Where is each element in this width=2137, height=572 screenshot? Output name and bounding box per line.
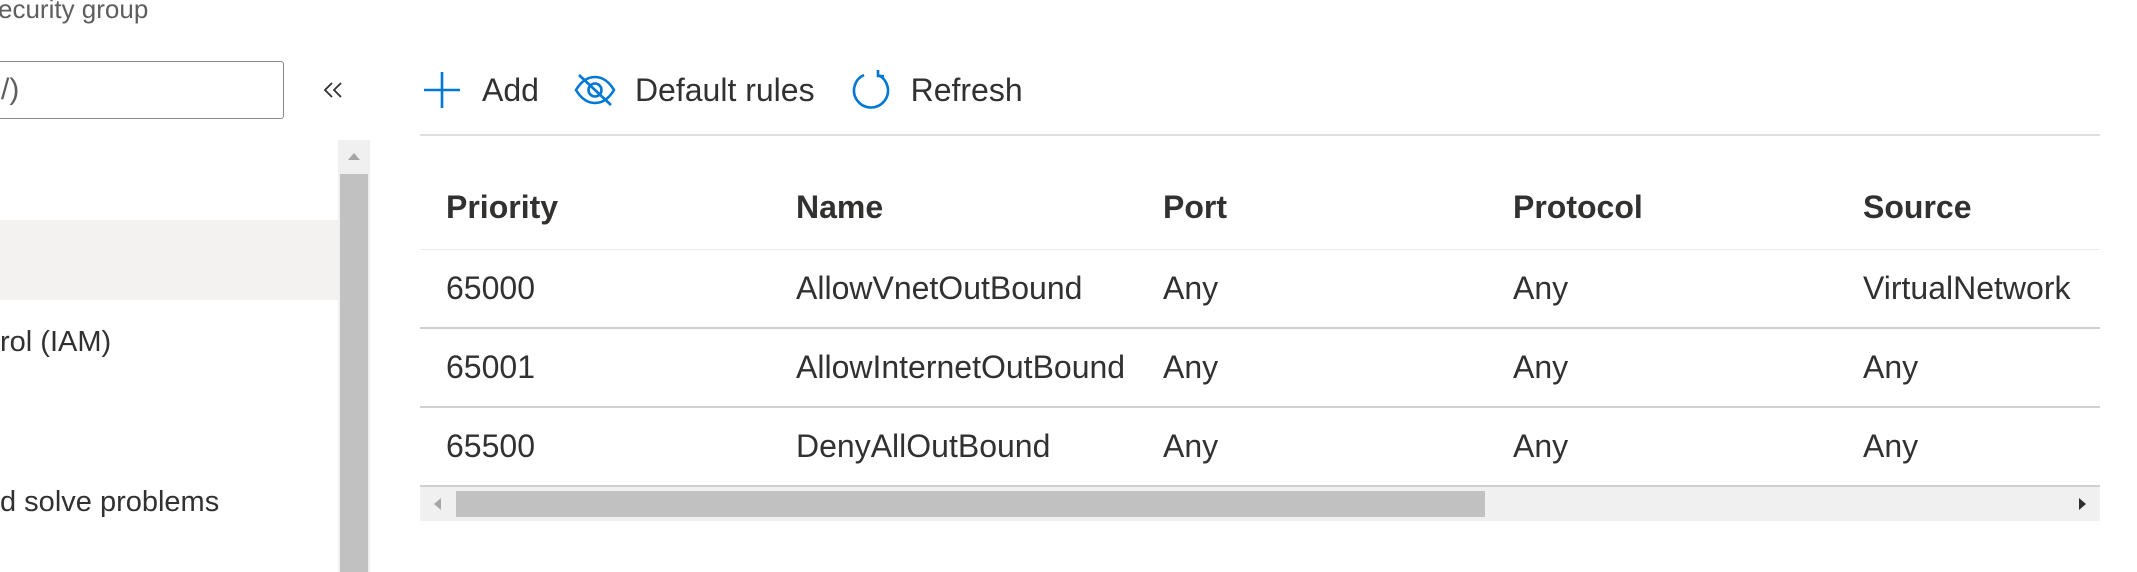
column-header-name[interactable]: Name bbox=[796, 165, 883, 249]
table-row[interactable]: 65500 DenyAllOutBound Any Any Any bbox=[420, 408, 2100, 487]
cell-port: Any bbox=[1163, 270, 1219, 306]
cell-source: Any bbox=[1863, 349, 1919, 385]
default-rules-button-label: Default rules bbox=[634, 71, 815, 108]
column-header-priority[interactable]: Priority bbox=[446, 165, 558, 249]
cell-source: Any bbox=[1863, 428, 1919, 464]
horizontal-scroll-thumb[interactable] bbox=[456, 491, 1485, 517]
menu-item-label: d solve problems bbox=[0, 485, 220, 518]
cell-protocol: Any bbox=[1513, 428, 1569, 464]
menu-vertical-scrollbar[interactable] bbox=[338, 140, 370, 572]
refresh-button[interactable]: Refresh bbox=[849, 60, 1023, 120]
cell-protocol: Any bbox=[1513, 349, 1569, 385]
column-header-port[interactable]: Port bbox=[1163, 165, 1227, 249]
default-rules-button[interactable]: Default rules bbox=[573, 60, 815, 120]
menu-search-input[interactable]: -/) bbox=[0, 61, 284, 119]
scroll-right-arrow-icon[interactable] bbox=[2066, 487, 2100, 521]
cell-priority: 65000 bbox=[446, 270, 535, 306]
scroll-up-arrow-icon[interactable] bbox=[338, 140, 370, 172]
eye-slash-icon bbox=[574, 74, 616, 106]
cell-name: DenyAllOutBound bbox=[796, 428, 1051, 464]
add-button-label: Add bbox=[482, 71, 539, 108]
refresh-button-label: Refresh bbox=[910, 71, 1023, 108]
cell-priority: 65500 bbox=[446, 428, 535, 464]
toolbar-divider bbox=[420, 134, 2100, 136]
blade-subtitle: ecurity group bbox=[0, 0, 149, 24]
menu-item-diagnose-solve-problems[interactable]: d solve problems bbox=[0, 462, 338, 542]
double-chevron-left-icon bbox=[323, 82, 342, 98]
table-horizontal-scrollbar[interactable] bbox=[420, 487, 2100, 521]
cell-name: AllowVnetOutBound bbox=[796, 270, 1083, 306]
column-header-protocol[interactable]: Protocol bbox=[1513, 165, 1643, 249]
security-rules-table: Priority Name Port Protocol Source 65000… bbox=[420, 165, 2100, 487]
cell-port: Any bbox=[1163, 349, 1219, 385]
cell-port: Any bbox=[1163, 428, 1219, 464]
collapse-menu-button[interactable] bbox=[318, 73, 348, 107]
cell-source: VirtualNetwork bbox=[1863, 270, 2071, 306]
table-header-row: Priority Name Port Protocol Source bbox=[420, 165, 2100, 250]
cell-priority: 65001 bbox=[446, 349, 535, 385]
menu-item-label: rol (IAM) bbox=[0, 325, 112, 358]
refresh-icon bbox=[852, 70, 889, 109]
scroll-left-arrow-icon[interactable] bbox=[420, 487, 454, 521]
table-row[interactable]: 65001 AllowInternetOutBound Any Any Any bbox=[420, 329, 2100, 408]
command-bar: Add Default rules Refresh bbox=[420, 60, 1057, 120]
column-header-source[interactable]: Source bbox=[1863, 165, 1971, 249]
menu-item-selected[interactable] bbox=[0, 220, 338, 300]
cell-name: AllowInternetOutBound bbox=[796, 349, 1126, 385]
cell-protocol: Any bbox=[1513, 270, 1569, 306]
menu-item-access-control[interactable]: rol (IAM) bbox=[0, 302, 338, 382]
menu-item[interactable] bbox=[0, 382, 338, 462]
plus-icon bbox=[424, 72, 460, 108]
add-button[interactable]: Add bbox=[420, 60, 539, 120]
table-row[interactable]: 65000 AllowVnetOutBound Any Any VirtualN… bbox=[420, 250, 2100, 329]
search-input-value: -/) bbox=[0, 73, 20, 106]
vertical-scroll-thumb[interactable] bbox=[340, 174, 368, 572]
